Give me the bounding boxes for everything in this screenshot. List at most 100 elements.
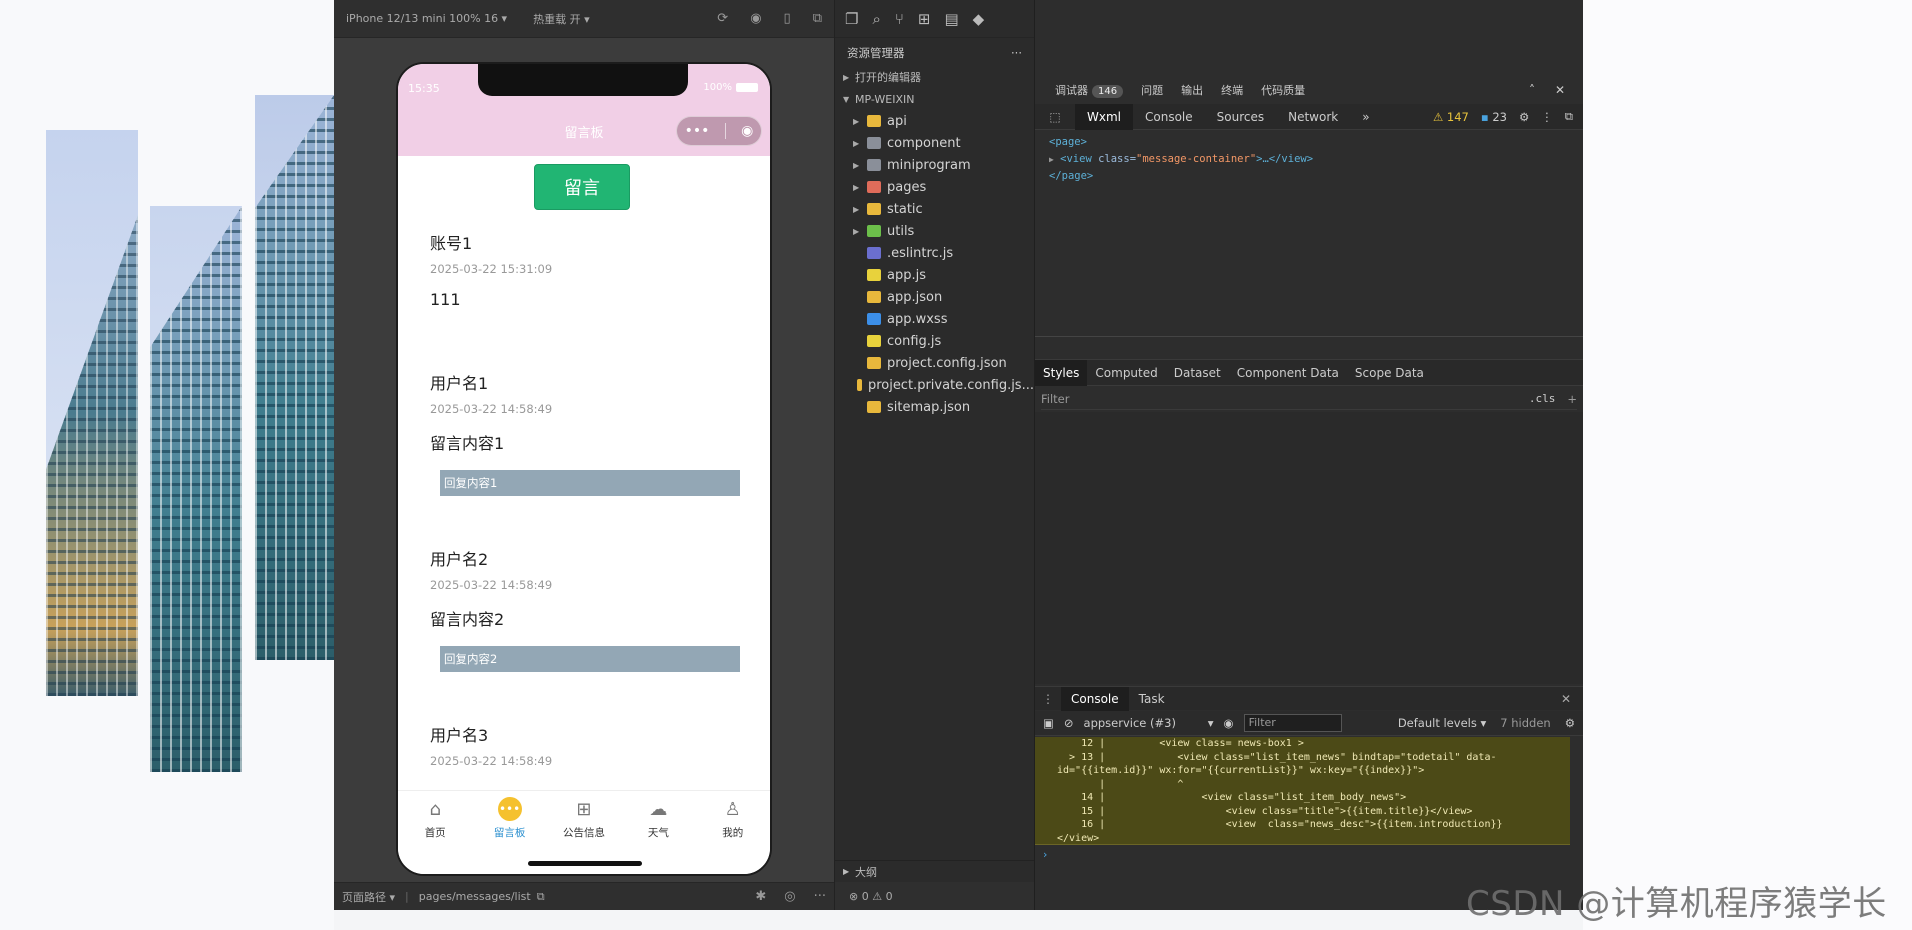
tab-dataset[interactable]: Dataset (1166, 360, 1229, 386)
record-icon[interactable]: ◉ (750, 11, 761, 26)
more-icon[interactable]: ••• (685, 123, 710, 139)
dock-icon[interactable]: ⧉ (1565, 109, 1573, 124)
kebab-icon[interactable]: ⋮ (1541, 110, 1553, 124)
extensions-icon[interactable]: ⊞ (918, 10, 931, 28)
tab-debugger[interactable]: 调试器 146 (1055, 82, 1124, 98)
tree-item[interactable]: ▶ utils (835, 220, 1034, 242)
tree-item[interactable]: ▶ api (835, 110, 1034, 132)
sidebar-toggle-icon[interactable]: ▣ (1043, 716, 1054, 730)
tree-item[interactable]: ▶ component (835, 132, 1034, 154)
tab-scope-data[interactable]: Scope Data (1347, 360, 1432, 386)
refresh-icon[interactable]: ⟳ (717, 11, 728, 26)
kebab-icon[interactable]: ⋮ (1035, 692, 1061, 706)
tab-terminal[interactable]: 终端 (1221, 82, 1243, 98)
tab-console[interactable]: Console (1133, 104, 1205, 130)
message-item[interactable]: 用户名2 2025-03-22 14:58:49 留言内容2 回复内容2 (430, 546, 740, 672)
console-prompt[interactable]: › (1043, 848, 1047, 861)
tab-code-quality[interactable]: 代码质量 (1261, 82, 1305, 98)
close-miniprogram-icon[interactable]: ◉ (741, 123, 753, 139)
tree-item[interactable]: sitemap.json (835, 396, 1034, 418)
console-line: id="{{item.id}}" wx:for="{{currentList}}… (1057, 765, 1425, 776)
chevron-right-icon[interactable]: ▶ (1049, 155, 1054, 164)
panel-divider[interactable] (1035, 336, 1583, 360)
styles-body (1035, 412, 1583, 684)
tab-console-drawer[interactable]: Console (1061, 686, 1129, 711)
message-item[interactable]: 用户名1 2025-03-22 14:58:49 留言内容1 回复内容1 (430, 370, 740, 496)
user-icon: ♙ (724, 798, 741, 820)
files-icon[interactable]: ❐ (845, 10, 858, 28)
warning-count[interactable]: ⚠ 147 (1433, 110, 1469, 124)
device-select[interactable]: iPhone 12/13 mini 100% 16 ▾ (346, 12, 507, 25)
tree-item[interactable]: app.js (835, 264, 1034, 286)
open-editors-section[interactable]: ▶ 打开的编辑器 (835, 66, 1034, 88)
tree-item[interactable]: .eslintrc.js (835, 242, 1034, 264)
more-tabs-icon[interactable]: » (1350, 104, 1381, 130)
tab-weather[interactable]: ☁ 天气 (623, 797, 693, 840)
tab-network[interactable]: Network (1276, 104, 1350, 130)
message-reply: 回复内容1 (440, 470, 740, 496)
docker-icon[interactable]: ◆ (973, 10, 985, 28)
hot-reload-toggle[interactable]: 热重载 开 ▾ (533, 11, 590, 27)
leave-message-button[interactable]: 留言 (534, 164, 630, 210)
tab-wxml[interactable]: Wxml (1075, 103, 1133, 130)
tree-item[interactable]: ▶ miniprogram (835, 154, 1034, 176)
log-levels-select[interactable]: Default levels ▾ (1398, 716, 1486, 730)
tree-item[interactable]: config.js (835, 330, 1034, 352)
eye-icon[interactable]: ◉ (1224, 716, 1234, 730)
tree-item-label: app.wxss (887, 311, 948, 327)
tab-output[interactable]: 输出 (1181, 82, 1203, 98)
search-icon[interactable]: ⌕ (872, 10, 880, 28)
gear-icon[interactable]: ⚙ (1565, 716, 1575, 730)
cls-toggle[interactable]: .cls (1529, 392, 1556, 405)
tree-item[interactable]: app.json (835, 286, 1034, 308)
page-path: pages/messages/list (418, 890, 531, 903)
tab-styles[interactable]: Styles (1035, 359, 1088, 386)
styles-filter-input[interactable]: Filter .cls + (1041, 388, 1577, 410)
tab-sources[interactable]: Sources (1205, 104, 1276, 130)
dom-node[interactable]: ▶ <view class="message-container">…</vie… (1049, 151, 1313, 168)
tree-item[interactable]: project.private.config.js... (835, 374, 1034, 396)
tab-problems[interactable]: 问题 (1141, 82, 1163, 98)
storage-icon[interactable]: ▤ (944, 10, 958, 28)
popout-icon[interactable]: ⧉ (813, 11, 822, 26)
copy-icon[interactable]: ⧉ (537, 890, 545, 904)
more-icon[interactable]: ··· (1011, 46, 1022, 60)
tab-message-board[interactable]: ••• 留言板 (475, 797, 545, 840)
more-icon[interactable]: ··· (814, 889, 826, 904)
page-path-label[interactable]: 页面路径 ▾ (342, 889, 395, 905)
tab-announcements[interactable]: ⊞ 公告信息 (549, 797, 619, 840)
context-select[interactable]: appservice (#3) ▾ (1084, 716, 1214, 730)
outline-section[interactable]: ▶ 大纲 (835, 860, 1034, 882)
tab-home[interactable]: ⌂ 首页 (400, 797, 470, 840)
message-item[interactable]: 账号1 2025-03-22 15:31:09 111 (430, 230, 740, 309)
tab-profile[interactable]: ♙ 我的 (698, 797, 768, 840)
chevron-up-icon[interactable]: ˄ (1529, 83, 1535, 97)
folder-icon (867, 181, 881, 193)
bug-icon[interactable]: ✱ (755, 889, 766, 904)
project-section[interactable]: ▼ MP-WEIXIN (835, 88, 1034, 110)
activity-bar: ❐ ⌕ ⑂ ⊞ ▤ ◆ (835, 0, 1034, 38)
gear-icon[interactable]: ⚙ (1519, 110, 1529, 124)
tab-task[interactable]: Task (1129, 687, 1175, 711)
tab-component-data[interactable]: Component Data (1229, 360, 1347, 386)
tree-item[interactable]: ▶ pages (835, 176, 1034, 198)
tab-computed[interactable]: Computed (1087, 360, 1165, 386)
tree-item-label: miniprogram (887, 157, 971, 173)
close-icon[interactable]: ✕ (1555, 83, 1565, 97)
source-control-icon[interactable]: ⑂ (895, 10, 904, 28)
add-rule-icon[interactable]: + (1567, 392, 1577, 406)
close-icon[interactable]: ✕ (1561, 692, 1583, 706)
console-filter-input[interactable]: Filter (1243, 714, 1342, 732)
dom-node[interactable]: </page> (1049, 168, 1313, 185)
tree-item[interactable]: project.config.json (835, 352, 1034, 374)
dom-node[interactable]: <page> (1049, 134, 1313, 151)
phone-icon[interactable]: ▯ (784, 11, 791, 26)
inspect-icon[interactable]: ⬚ (1035, 110, 1075, 124)
problem-count[interactable]: ⊗ 0 ⚠ 0 (849, 890, 893, 903)
tree-item[interactable]: app.wxss (835, 308, 1034, 330)
message-item[interactable]: 用户名3 2025-03-22 14:58:49 (430, 722, 740, 768)
clear-console-icon[interactable]: ⊘ (1064, 716, 1074, 730)
tree-item[interactable]: ▶ static (835, 198, 1034, 220)
eye-icon[interactable]: ◎ (784, 889, 795, 904)
message-count[interactable]: ▪ 23 (1481, 110, 1507, 124)
